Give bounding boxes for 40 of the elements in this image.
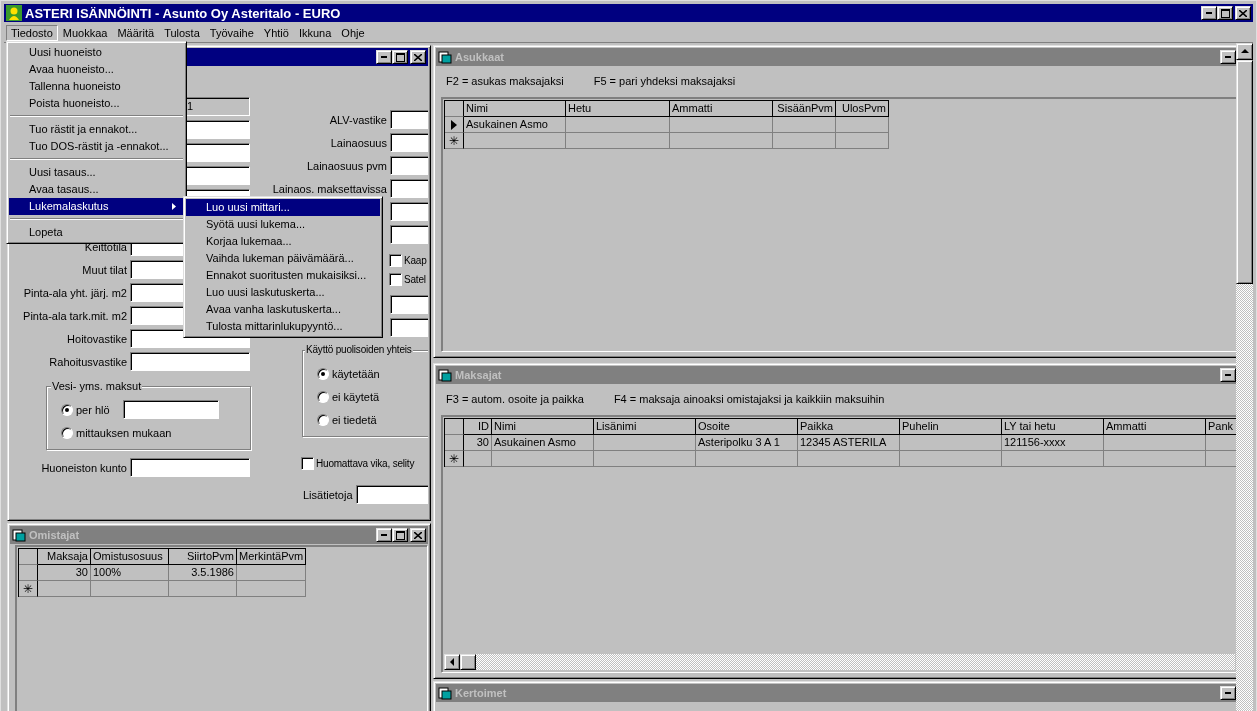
checkbox-label: Kaap <box>404 255 427 266</box>
field-label: Lainaosuus pvm <box>305 159 387 172</box>
shortcut-hint: F2 = asukas maksajaksi <box>446 75 564 89</box>
field-label: Hoitovastike <box>66 332 127 345</box>
table-cell: Asteripolku 3 A 1 <box>696 435 798 451</box>
window-title: Asukkaat <box>455 51 504 63</box>
group-label: Käyttö puolisoiden yhteis <box>305 344 413 355</box>
field-label: ALV-vastike <box>328 113 387 126</box>
table-cell: Asukainen Asmo <box>464 117 566 133</box>
field-label: Pinta-ala yht. järj. m2 <box>22 286 127 299</box>
shortcut-hint: F4 = maksaja ainoaksi omistajaksi ja kaikkiin maksuihin <box>613 393 885 407</box>
option-label: per hlö <box>76 403 110 416</box>
table-cell: 30 <box>464 435 492 451</box>
checkbox-label: Huomattava vika, selity <box>316 458 415 469</box>
table-cell: 30 <box>38 565 91 581</box>
table-cell: 12345 ASTERILA <box>798 435 900 451</box>
table-cell: 3.5.1986 <box>169 565 237 581</box>
field-label: Lainaosuus <box>329 136 387 149</box>
checkbox-label: Satel <box>404 274 426 285</box>
field-label: Huoneiston kunto <box>40 461 127 474</box>
option-label: ei tiedetä <box>332 413 377 426</box>
field-label: Muut tilat <box>81 263 127 276</box>
option-label: ei käytetä <box>332 390 380 403</box>
shortcut-hint: F3 = autom. osoite ja paikka <box>446 393 584 407</box>
shortcut-hint: F5 = pari yhdeksi maksajaksi <box>593 75 736 89</box>
app-title: ASTERI ISÄNNÖINTI - Asunto Oy Asteritalo - EURO <box>25 5 341 21</box>
window-title: Maksajat <box>455 369 502 381</box>
field-label: Lainaos. maksettavissa <box>271 182 387 195</box>
option-label: käytetään <box>332 367 380 380</box>
field-label: Rahoitusvastike <box>48 355 127 368</box>
table-cell: Asukainen Asmo <box>492 435 594 451</box>
field-label: Pinta-ala tark.mit. m2 <box>22 309 127 322</box>
window-title: Kertoimet <box>455 687 507 699</box>
field-label: Keittotila <box>83 240 127 253</box>
group-label: Vesi- yms. maksut <box>51 380 143 392</box>
table-cell: 100% <box>91 565 169 581</box>
field-label: Lisätietoja <box>303 488 353 501</box>
option-label: mittauksen mukaan <box>76 426 172 439</box>
table-cell: 121156-xxxx <box>1002 435 1104 451</box>
window-title: Omistajat <box>29 529 80 541</box>
